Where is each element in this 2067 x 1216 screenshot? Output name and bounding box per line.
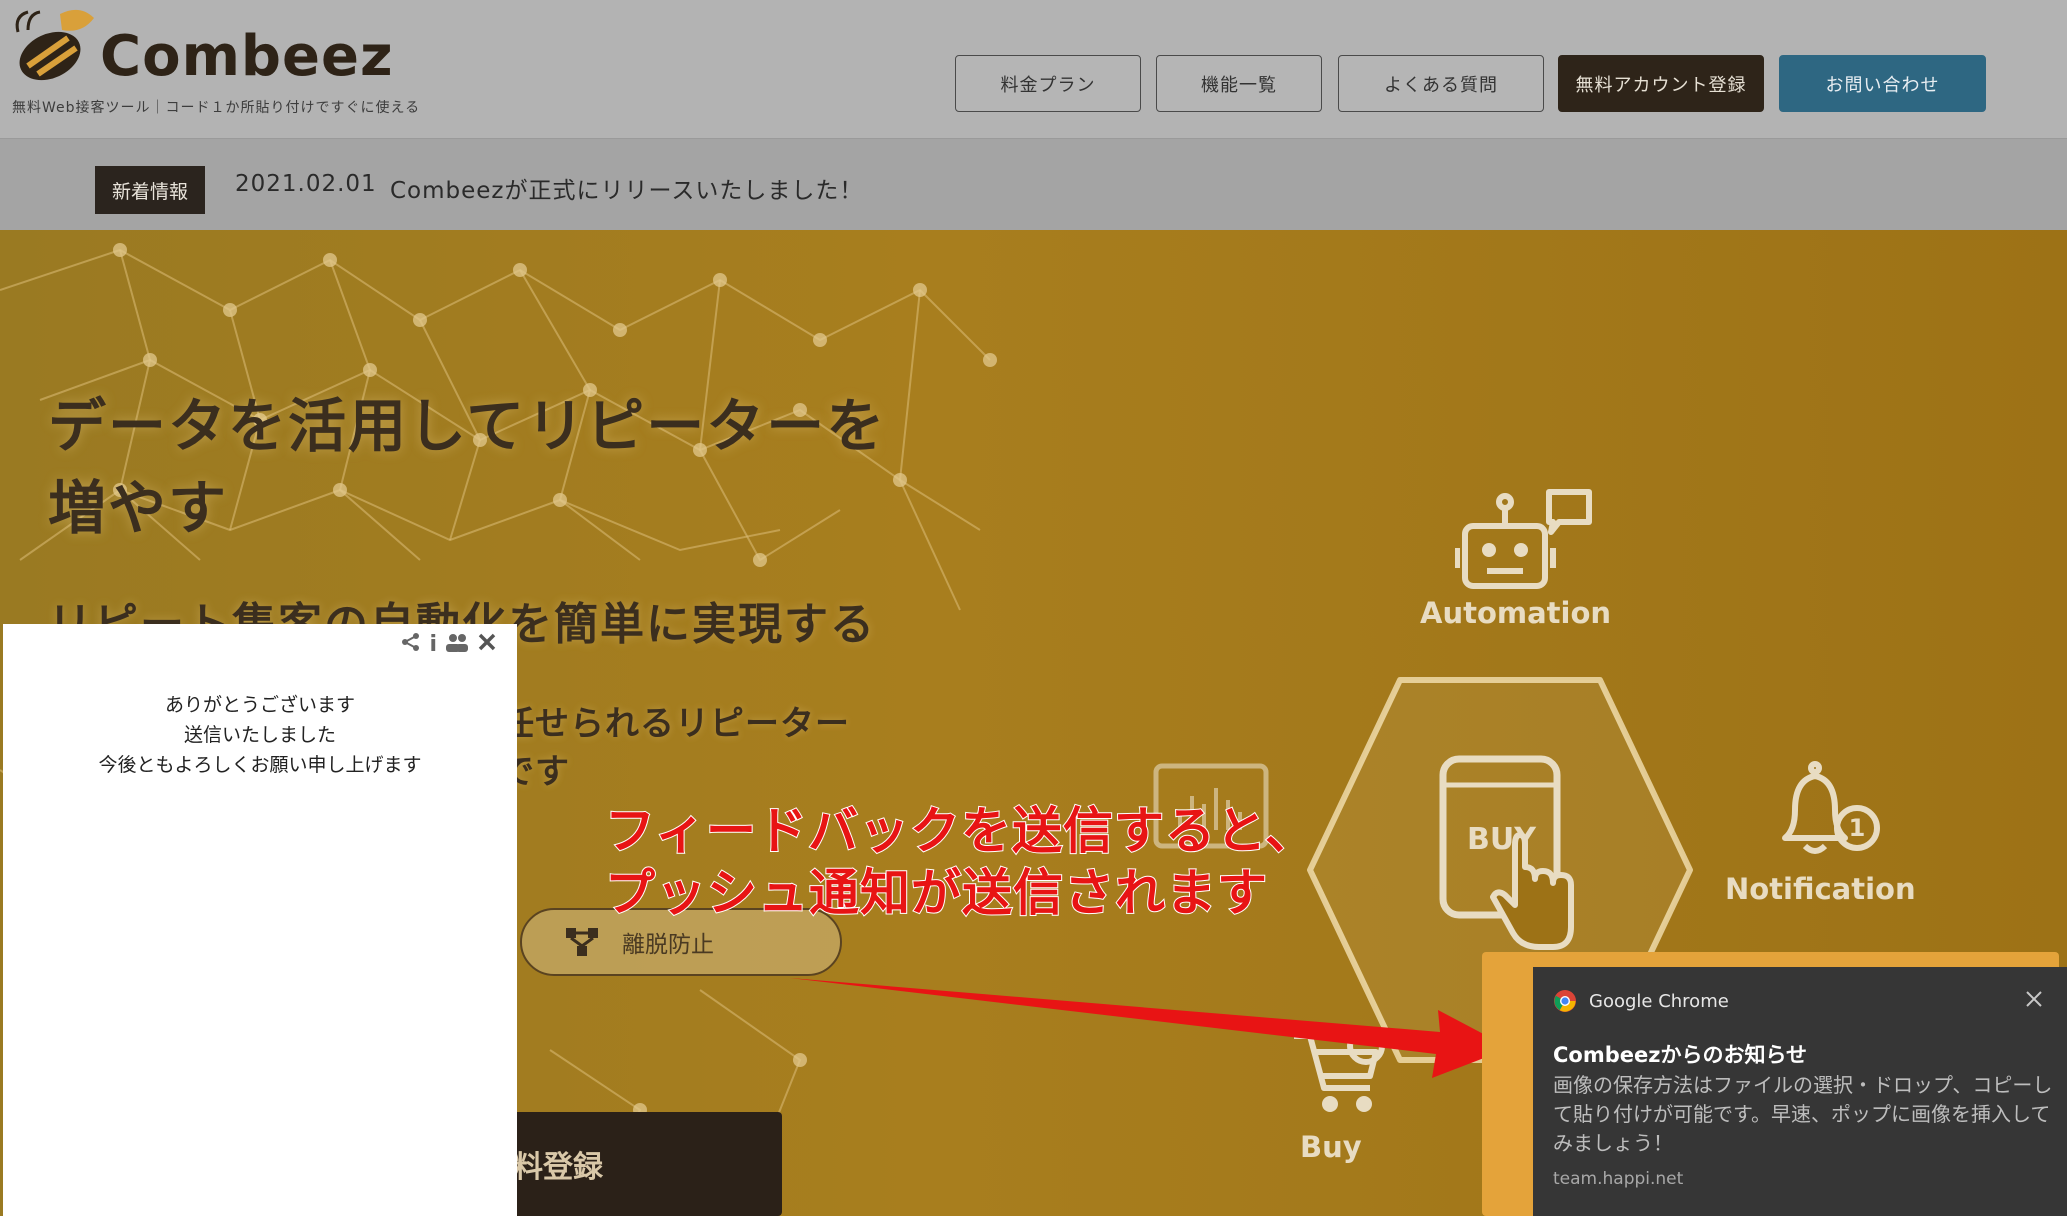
signup-cta-label: 料登録 — [513, 1150, 603, 1185]
annotation-line2: プッシュ通知が送信されます — [604, 863, 1268, 923]
exit-prevention-label: 離脱防止 — [622, 932, 714, 958]
toast-source: team.happi.net — [1553, 1169, 1684, 1189]
automation-label: Automation — [1420, 596, 1612, 630]
toast-header: Google Chrome — [1553, 989, 1729, 1013]
tagline: 無料Web接客ツール｜コード１か所貼り付けですぐに使える — [12, 100, 421, 116]
annotation-text: フィードバックを送信すると、 プッシュ通知が送信されます — [604, 800, 1316, 924]
hero-headline: データを活用してリピーターを 増やす — [48, 385, 886, 549]
news-link[interactable]: Combeezが正式にリリースいたしました！ — [390, 171, 863, 205]
news-date: 2021.02.01 — [235, 171, 377, 197]
cart-icon — [1294, 1027, 1385, 1112]
close-icon[interactable] — [477, 632, 497, 657]
toast-body: 画像の保存方法はファイルの選択・ドロップ、コピーして貼り付けが可能です。早速、ポ… — [1553, 1073, 2053, 1155]
nav-pricing-button[interactable]: 料金プラン — [955, 55, 1141, 112]
popup-message-line: 今後ともよろしくお願い申し上げます — [98, 754, 422, 776]
chrome-push-notification[interactable]: Google Chrome Combeezからのお知らせ 画像の保存方法はファイ… — [1533, 967, 2067, 1216]
buy-device-label: BUY — [1467, 822, 1536, 857]
flow-chart-icon — [566, 928, 598, 956]
hero-headline-line1: データを活用してリピーターを — [48, 392, 887, 460]
buy-label: Buy — [1300, 1130, 1362, 1164]
annotation-line1: フィードバックを送信すると、 — [604, 801, 1316, 861]
nav-signup-button[interactable]: 無料アカウント登録 — [1558, 55, 1764, 112]
nav-features-button[interactable]: 機能一覧 — [1156, 55, 1322, 112]
svg-text:1: 1 — [1849, 814, 1866, 842]
notification-label: Notification — [1725, 872, 1916, 906]
share-icon[interactable] — [401, 632, 421, 657]
logo[interactable]: Combeez — [10, 4, 393, 94]
news-bar: 新着情報 2021.02.01 Combeezが正式にリリースいたしました！ — [0, 138, 2067, 230]
hero-desc-line2: です — [500, 752, 570, 792]
robot-icon — [1455, 489, 1592, 589]
bell-notification-icon: 1 — [1782, 761, 1880, 854]
popup-message-line: 送信いたしました — [183, 724, 336, 746]
users-icon[interactable] — [445, 632, 469, 657]
nav-contact-button[interactable]: お問い合わせ — [1779, 55, 1986, 112]
popup-message: ありがとうございます 送信いたしました 今後ともよろしくお願い申し上げます — [3, 690, 517, 780]
chrome-icon — [1554, 990, 1576, 1012]
bee-logo-icon — [15, 9, 94, 81]
site-header: Combeez 無料Web接客ツール｜コード１か所貼り付けですぐに使える 料金プ… — [0, 0, 2067, 138]
toast-title: Combeezからのお知らせ — [1553, 1043, 1808, 1067]
news-badge: 新着情報 — [95, 166, 205, 214]
popup-message-line: ありがとうございます — [164, 694, 355, 716]
nav-faq-button[interactable]: よくある質問 — [1338, 55, 1544, 112]
hero-description: 任せられるリピーター です — [500, 700, 850, 796]
popup-toolbar: i — [401, 632, 497, 657]
toast-close-icon[interactable] — [2025, 985, 2043, 1015]
info-icon[interactable]: i — [429, 632, 437, 657]
feedback-popup: i ありがとうございます 送信いたしました 今後ともよろしくお願い申し上げます — [3, 624, 517, 1216]
hero-headline-line2: 増やす — [48, 474, 229, 542]
logo-text: Combeez — [100, 24, 394, 89]
toast-app-name: Google Chrome — [1589, 990, 1729, 1012]
hero-desc-line1: 任せられるリピーター — [500, 704, 850, 744]
